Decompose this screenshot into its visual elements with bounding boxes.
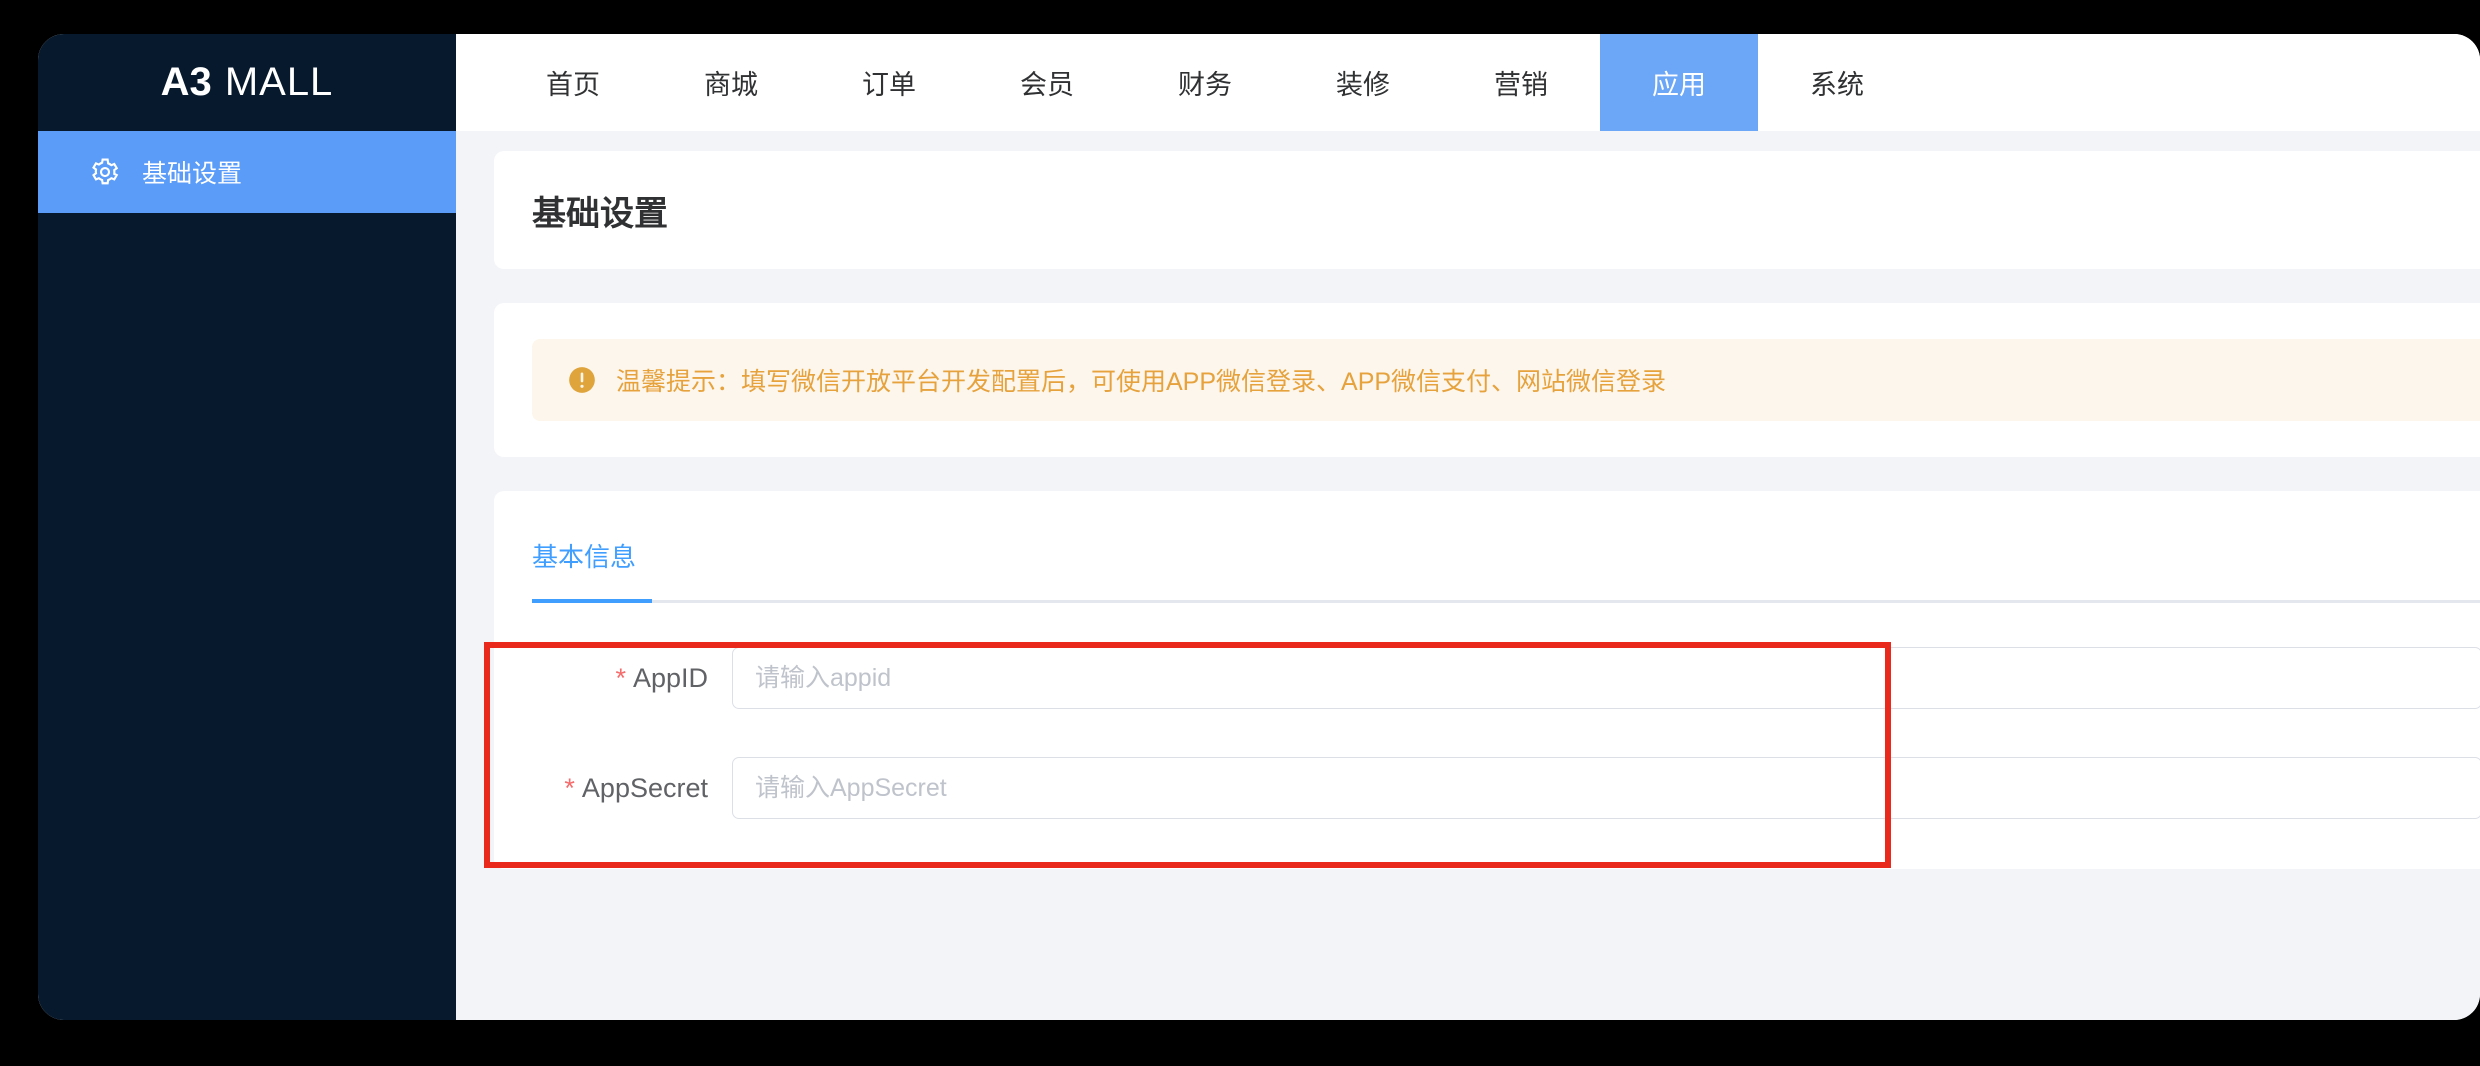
settings-form: *AppID *AppSecret [532,603,2480,819]
nav-tab-decoration[interactable]: 装修 [1284,34,1442,131]
appsecret-label-text: AppSecret [581,772,708,803]
nav-tab-home[interactable]: 首页 [494,34,652,131]
appsecret-input[interactable] [732,757,2480,819]
form-card: 基本信息 *AppID *AppSecret [494,491,2480,869]
form-tabs: 基本信息 [532,537,2480,603]
browser-window: A3 MALL 基础设置 首页 商城 订单 会员 财务 装修 营销 应用 系统 [38,34,2480,1020]
page-title-card: 基础设置 [494,151,2480,269]
sidebar: A3 MALL 基础设置 [38,34,456,1020]
main-area: 首页 商城 订单 会员 财务 装修 营销 应用 系统 基础设置 温馨提示：填写微… [456,34,2480,1020]
nav-tab-mall[interactable]: 商城 [652,34,810,131]
sidebar-item-label: 基础设置 [142,160,243,188]
nav-tab-marketing[interactable]: 营销 [1442,34,1600,131]
alert-message: 温馨提示：填写微信开放平台开发配置后，可使用APP微信登录、APP微信支付、网站… [616,368,1667,396]
brand-logo[interactable]: A3 MALL [38,34,456,131]
required-asterisk: * [564,772,575,803]
top-navigation: 首页 商城 订单 会员 财务 装修 营销 应用 系统 [456,34,2480,131]
page-content: 基础设置 温馨提示：填写微信开放平台开发配置后，可使用APP微信登录、APP微信… [456,131,2480,1020]
sidebar-item-basic-settings[interactable]: 基础设置 [38,131,456,213]
tabs-track [532,600,2480,603]
required-asterisk: * [615,662,626,693]
appid-label-text: AppID [632,662,708,693]
appid-input[interactable] [732,647,2480,709]
nav-tab-orders[interactable]: 订单 [810,34,968,131]
page-title: 基础设置 [532,194,668,233]
warning-alert: 温馨提示：填写微信开放平台开发配置后，可使用APP微信登录、APP微信支付、网站… [532,339,2480,421]
nav-tab-system[interactable]: 系统 [1758,34,1916,131]
appid-label: * AppID [532,663,732,694]
tabs-active-underline [532,599,652,603]
tab-basic-info[interactable]: 基本信息 [532,537,636,596]
brand-name-strong: A3 [160,60,212,104]
alert-card: 温馨提示：填写微信开放平台开发配置后，可使用APP微信登录、APP微信支付、网站… [494,303,2480,457]
nav-tab-finance[interactable]: 财务 [1126,34,1284,131]
gear-icon [90,157,120,187]
appsecret-label: * AppSecret [532,773,732,804]
nav-tab-apps[interactable]: 应用 [1600,34,1758,131]
warning-circle-icon [568,366,596,394]
nav-tab-members[interactable]: 会员 [968,34,1126,131]
form-row-appid: * AppID [532,647,2480,709]
brand-name-light: MALL [224,60,334,104]
form-row-appsecret: * AppSecret [532,757,2480,819]
